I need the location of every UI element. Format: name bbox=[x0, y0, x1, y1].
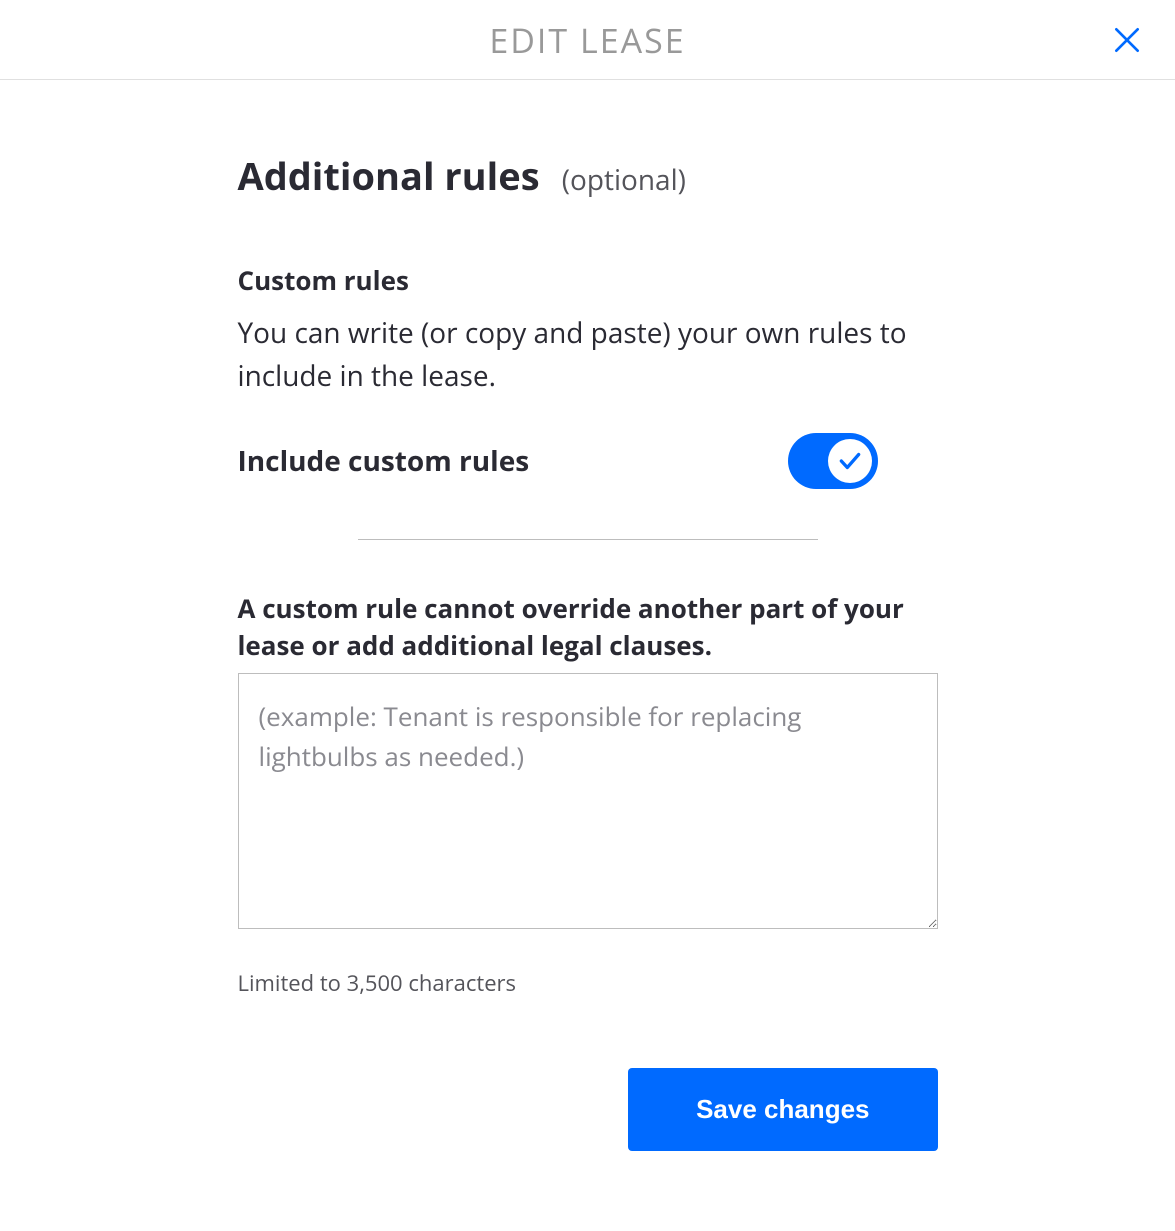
modal-title: EDIT LEASE bbox=[489, 17, 685, 63]
custom-rules-textarea[interactable] bbox=[238, 673, 938, 929]
actions-row: Save changes bbox=[238, 1068, 938, 1151]
check-icon bbox=[837, 448, 863, 474]
include-custom-rules-toggle[interactable] bbox=[788, 433, 878, 489]
modal-content: Additional rules (optional) Custom rules… bbox=[238, 80, 938, 1231]
close-button[interactable] bbox=[1107, 20, 1147, 60]
divider bbox=[358, 539, 818, 540]
modal-header: EDIT LEASE bbox=[0, 0, 1175, 80]
char-limit-note: Limited to 3,500 characters bbox=[238, 968, 938, 998]
custom-rule-warning: A custom rule cannot override another pa… bbox=[238, 590, 938, 665]
save-button[interactable]: Save changes bbox=[628, 1068, 937, 1151]
custom-rules-heading: Custom rules bbox=[238, 262, 938, 298]
custom-rules-description: You can write (or copy and paste) your o… bbox=[238, 312, 938, 399]
section-title-row: Additional rules (optional) bbox=[238, 150, 938, 202]
section-title: Additional rules bbox=[238, 150, 540, 202]
close-icon bbox=[1111, 24, 1143, 56]
optional-tag: (optional) bbox=[562, 161, 686, 199]
include-custom-rules-row: Include custom rules bbox=[238, 433, 938, 489]
include-custom-rules-label: Include custom rules bbox=[238, 442, 530, 480]
toggle-knob bbox=[828, 439, 872, 483]
